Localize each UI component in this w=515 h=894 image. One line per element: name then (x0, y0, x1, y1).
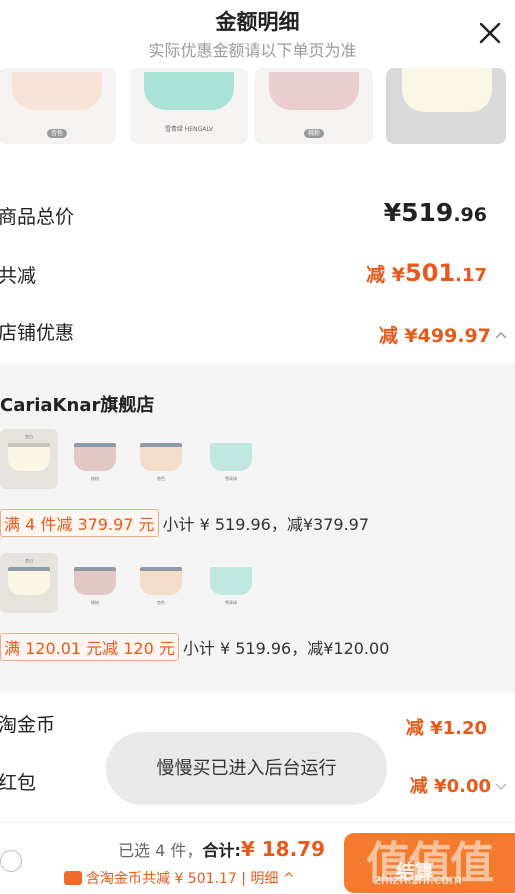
reduce-row: 共减 减 ¥501.17 (0, 257, 515, 297)
bottom-bar: 已选 4 件，合计:¥ 18.79 含淘金币共减 ¥ 501.17 | 明细 ^… (0, 822, 515, 894)
group2-thumb: 雪青绿 (202, 553, 260, 613)
reduce-label: 共减 (0, 265, 37, 287)
underwear-image (74, 571, 116, 595)
reduce-value: 减 ¥501.17 (366, 259, 487, 287)
product-tag: 雪青绿 HENGALV (164, 126, 214, 133)
total-amount: ¥ 18.79 (240, 837, 325, 861)
modal-header: 金额明细 实际优惠金额请以下单页为准 (0, 0, 515, 66)
promo-subtotal: 小计 ¥ 519.96，减¥379.97 (162, 515, 370, 534)
group1-thumb: 杏色 (132, 429, 190, 489)
product-thumb[interactable]: 雪青绿 HENGALV (130, 68, 248, 144)
underwear-image (210, 447, 252, 471)
promo-line: 满 120.01 元减 120 元小计 ¥ 519.96，减¥120.00 (0, 633, 389, 661)
underwear-image (269, 72, 359, 110)
toast-message: 慢慢买已进入后台运行 (106, 732, 387, 805)
underwear-image (74, 447, 116, 471)
promo-badge: 满 4 件减 379.97 元 (0, 509, 159, 537)
close-icon[interactable] (477, 20, 503, 46)
product-thumb[interactable] (386, 68, 506, 144)
taojinbi-label: 淘金币 (0, 714, 56, 736)
modal-title: 金额明细 (215, 10, 300, 34)
product-tag: 桃粉 (255, 128, 373, 138)
underwear-image (140, 571, 182, 595)
group1-thumb: 桃粉 (66, 429, 124, 489)
total-row: 商品总价 ¥519.96 (0, 198, 515, 238)
product-thumb[interactable]: 桃粉 (255, 68, 373, 144)
store-name[interactable]: CariaKnar旗舰店 (0, 391, 154, 417)
select-all-radio[interactable] (0, 850, 22, 872)
underwear-image (140, 447, 182, 471)
group1-thumb: 雪青绿 (202, 429, 260, 489)
chevron-down-icon (495, 783, 507, 791)
shop-discount-label: 店铺优惠 (0, 322, 75, 344)
underwear-image (144, 72, 234, 110)
redpack-label: 红包 (0, 772, 37, 794)
group2-thumb: 杏白 (0, 553, 58, 613)
underwear-image (402, 68, 492, 112)
taojinbi-value: 减 ¥1.20 (405, 718, 487, 739)
promo-badge: 满 120.01 元减 120 元 (0, 633, 179, 661)
product-tag: 杏色 (0, 128, 116, 138)
watermark-url: zhizhizhi.com (374, 873, 462, 888)
shop-discount-value[interactable]: 减 ¥499.97 (379, 321, 507, 348)
underwear-image (210, 571, 252, 595)
total-value: ¥519.96 (383, 198, 487, 227)
redpack-value[interactable]: 减 ¥0.00 (410, 772, 507, 798)
promo-subtotal: 小计 ¥ 519.96，减¥120.00 (182, 639, 390, 658)
shop-discount-row[interactable]: 店铺优惠 减 ¥499.97 (0, 316, 515, 356)
group2-thumb: 杏色 (132, 553, 190, 613)
product-thumbnail-strip: 杏色 雪青绿 HENGALV 桃粉 (0, 66, 515, 150)
checkout-button[interactable]: 结算 值值值 zhizhizhi.com (344, 833, 515, 893)
total-label: 商品总价 (0, 206, 75, 228)
modal-subtitle: 实际优惠金额请以下单页为准 (148, 41, 357, 60)
underwear-image (8, 447, 50, 471)
coin-icon (64, 871, 82, 885)
underwear-image (8, 571, 50, 595)
discount-detail-link[interactable]: 含淘金币共减 ¥ 501.17 | 明细 ^ (64, 868, 295, 888)
underwear-image (12, 72, 102, 110)
group2-thumb: 桃粉 (66, 553, 124, 613)
selection-summary: 已选 4 件，合计:¥ 18.79 (118, 837, 325, 861)
group1-thumb: 杏白 (0, 429, 58, 489)
chevron-up-icon (495, 331, 507, 339)
store-discount-panel: CariaKnar旗舰店 杏白 桃粉 杏色 雪青绿 满 4 件减 379.97 … (0, 363, 515, 693)
promo-line: 满 4 件减 379.97 元小计 ¥ 519.96，减¥379.97 (0, 509, 369, 537)
product-thumb[interactable]: 杏色 (0, 68, 116, 144)
